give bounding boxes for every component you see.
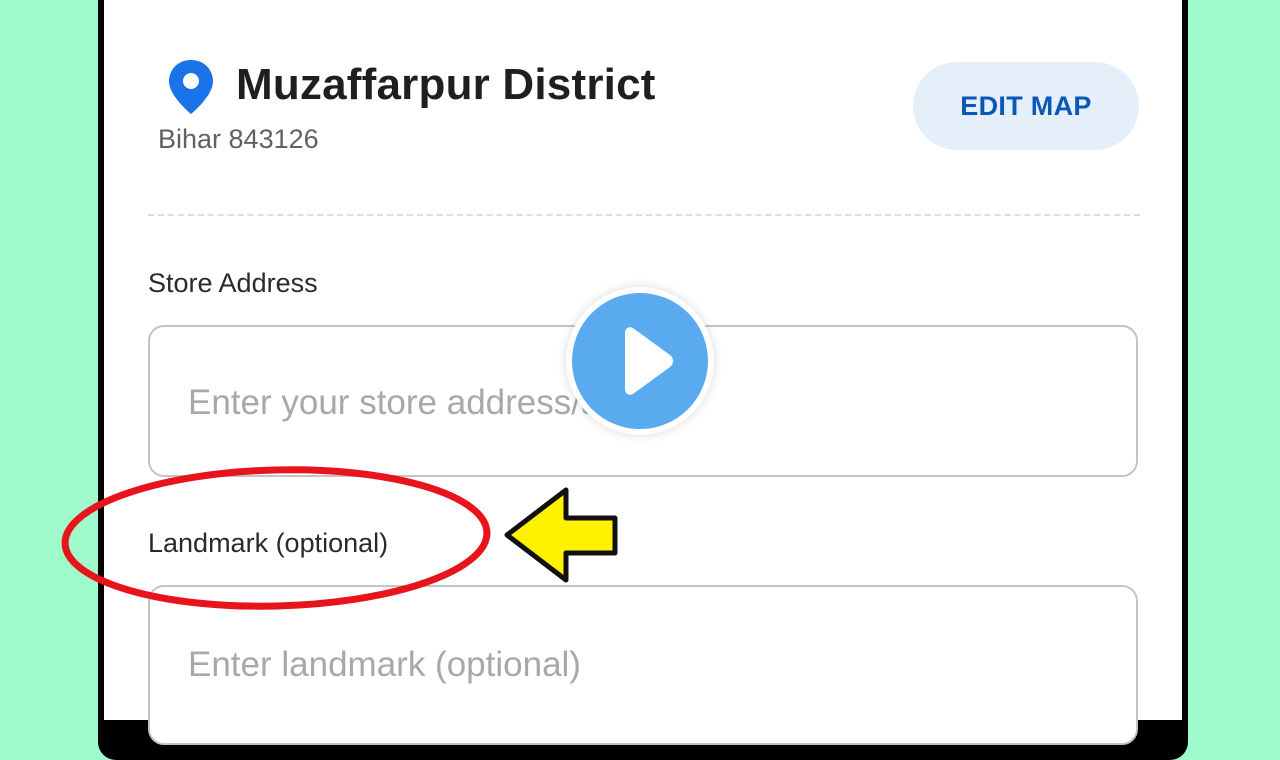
landmark-input[interactable]: Enter landmark (optional) [148,585,1138,745]
play-button[interactable] [566,287,714,435]
play-icon [625,327,673,395]
location-title: Muzaffarpur District [236,60,656,109]
store-address-label: Store Address [148,268,318,298]
section-divider [148,214,1140,216]
edit-map-button[interactable]: EDIT MAP [913,62,1139,150]
location-pin-icon [169,60,213,114]
landmark-label: Landmark (optional) [148,528,389,558]
location-subtitle: Bihar 843126 [158,124,319,154]
landmark-placeholder: Enter landmark (optional) [188,645,581,684]
